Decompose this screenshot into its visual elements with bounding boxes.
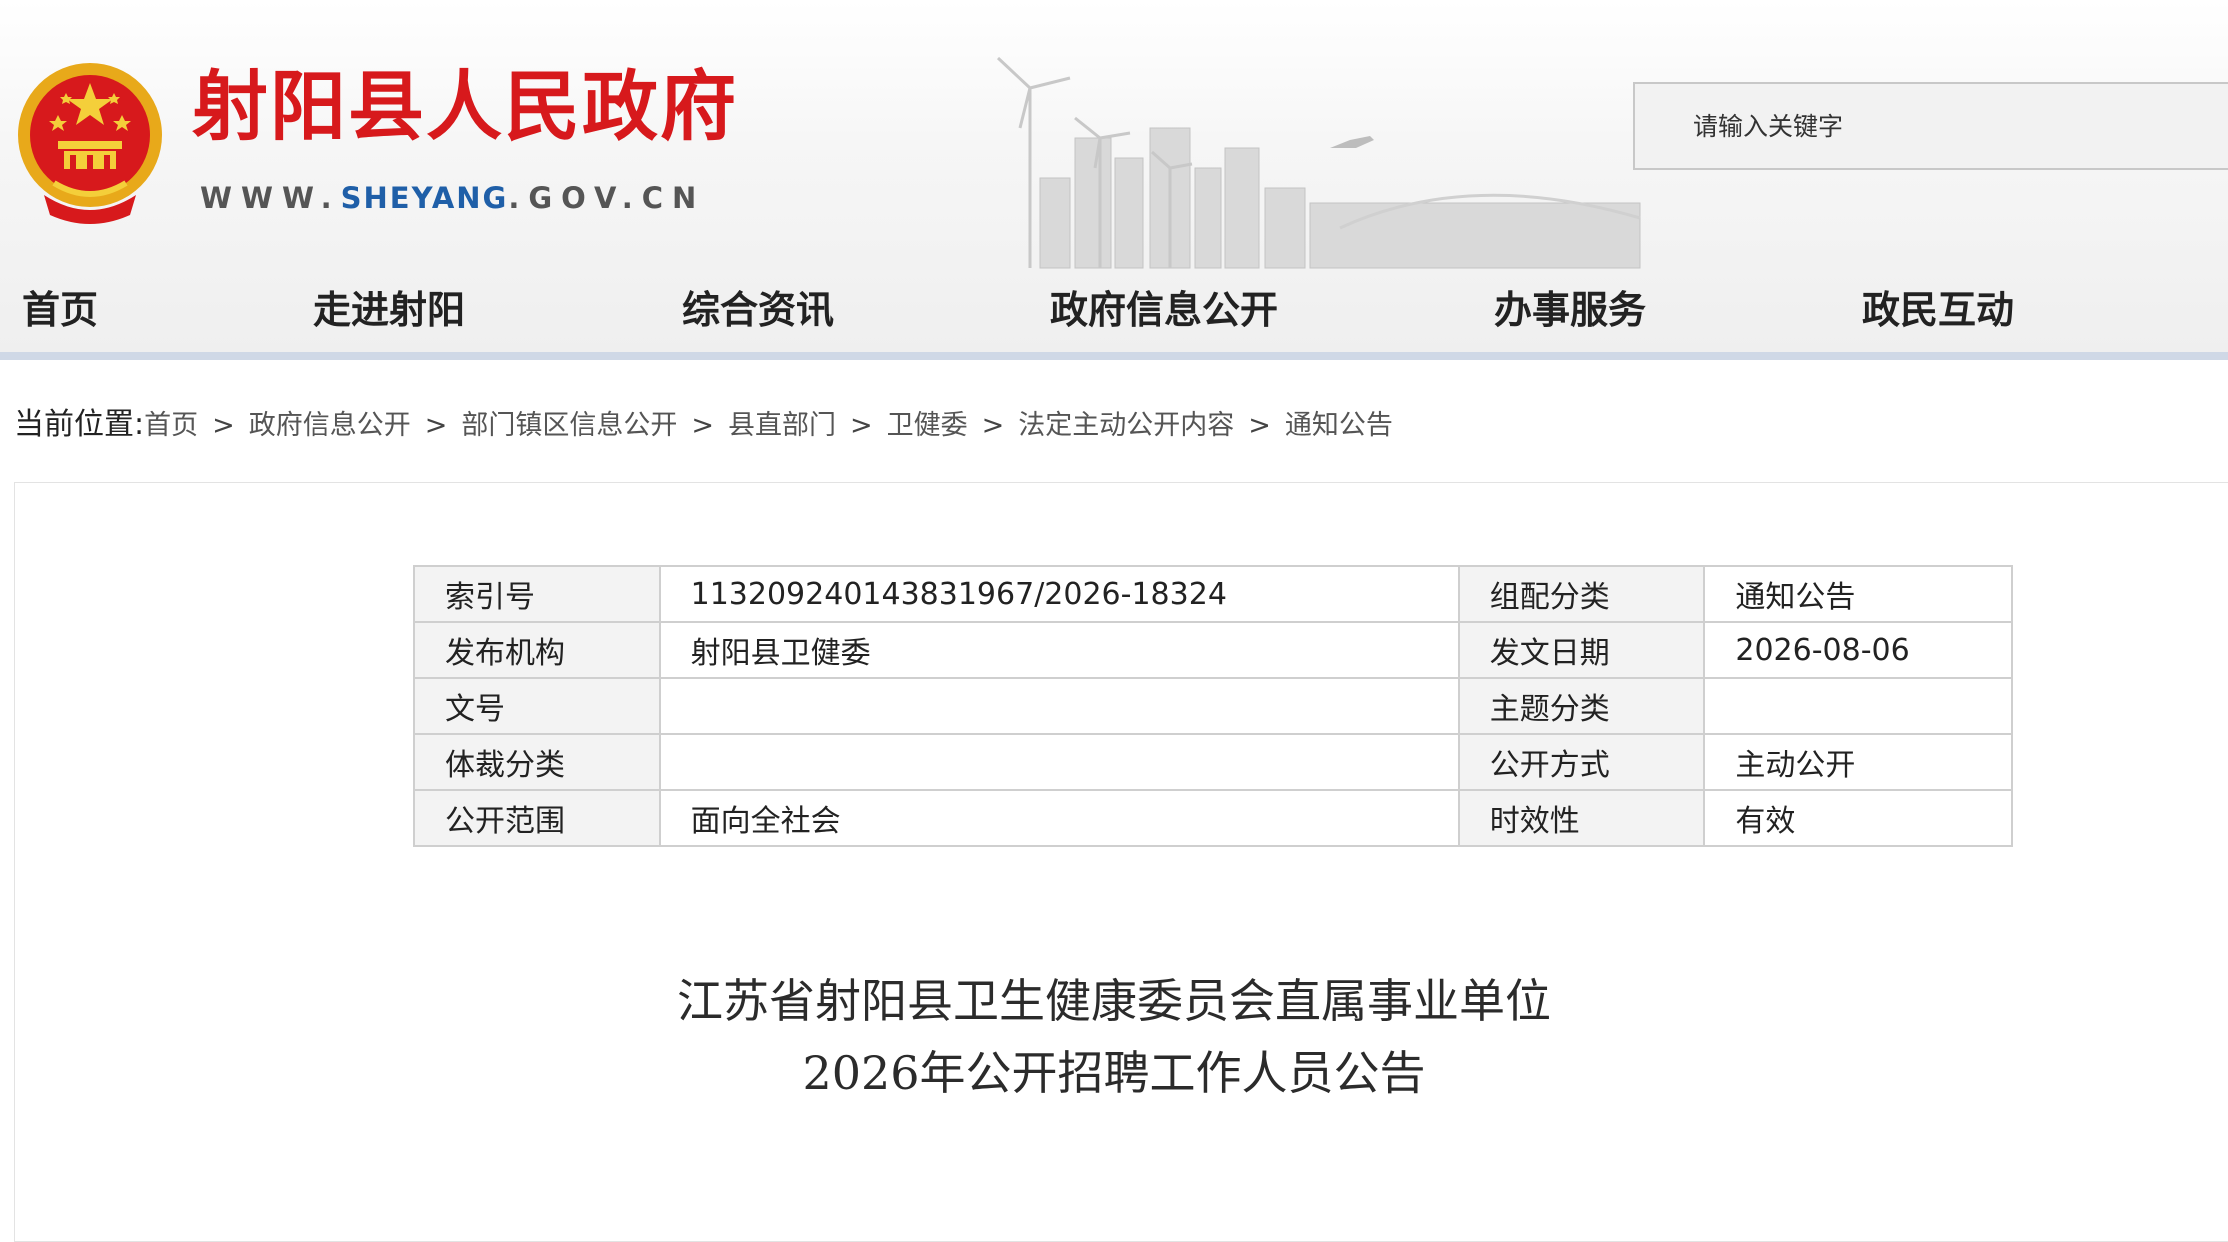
- breadcrumb-statutory-content[interactable]: 法定主动公开内容: [1018, 410, 1234, 441]
- validity-label: 时效性: [1457, 789, 1706, 847]
- site-url-prefix: WWW.: [200, 181, 341, 215]
- doc-number-value: [658, 677, 1460, 735]
- genre-label: 体裁分类: [413, 733, 661, 791]
- breadcrumb-separator: >: [691, 410, 714, 441]
- breadcrumb-gov-info[interactable]: 政府信息公开: [249, 410, 411, 441]
- genre-value: [658, 733, 1460, 791]
- nav-item-services[interactable]: 办事服务: [1494, 270, 1646, 350]
- site-header: 射阳县人民政府 WWW.SHEYANG.GOV.CN 请输入关键字 首页 走进射…: [0, 0, 2228, 353]
- publisher-label: 发布机构: [413, 621, 661, 679]
- breadcrumb-dept-town-info[interactable]: 部门镇区信息公开: [461, 410, 677, 441]
- publisher-value: 射阳县卫健委: [658, 621, 1460, 679]
- document-title-line2: 2026年公开招聘工作人员公告: [802, 1046, 1426, 1100]
- nav-underline: [0, 352, 2228, 360]
- breadcrumb-separator: >: [1248, 410, 1271, 441]
- national-emblem-icon: [18, 63, 162, 224]
- breadcrumb-county-depts[interactable]: 县直部门: [728, 410, 836, 441]
- category-value: 通知公告: [1703, 565, 2013, 623]
- nav-item-about-sheyang[interactable]: 走进射阳: [313, 270, 465, 350]
- table-row: 公开范围 面向全社会 时效性 有效: [413, 789, 2013, 847]
- nav-item-home[interactable]: 首页: [22, 270, 98, 350]
- index-number-label: 索引号: [413, 565, 661, 623]
- breadcrumb-prefix: 当前位置:: [14, 407, 145, 442]
- site-url-suffix: .GOV.CN: [508, 181, 706, 215]
- index-number-value: 113209240143831967/2026-18324: [658, 565, 1460, 623]
- subject-category-value: [1703, 677, 2013, 735]
- breadcrumb-home[interactable]: 首页: [144, 410, 198, 441]
- subject-category-label: 主题分类: [1457, 677, 1706, 735]
- document-metadata-table: 索引号 113209240143831967/2026-18324 组配分类 通…: [413, 565, 2013, 847]
- disclosure-method-label: 公开方式: [1457, 733, 1706, 791]
- publish-date-value: 2026-08-06: [1703, 621, 2013, 679]
- table-row: 发布机构 射阳县卫健委 发文日期 2026-08-06: [413, 621, 2013, 679]
- table-row: 体裁分类 公开方式 主动公开: [413, 733, 2013, 791]
- validity-value: 有效: [1703, 789, 2013, 847]
- breadcrumb-separator: >: [849, 410, 873, 441]
- disclosure-method-value: 主动公开: [1703, 733, 2013, 791]
- site-url: WWW.SHEYANG.GOV.CN: [200, 180, 705, 216]
- breadcrumb-separator: >: [424, 410, 448, 441]
- table-row: 索引号 113209240143831967/2026-18324 组配分类 通…: [413, 565, 2013, 623]
- breadcrumb-notices[interactable]: 通知公告: [1285, 410, 1393, 441]
- nav-item-gov-info[interactable]: 政府信息公开: [1050, 270, 1278, 350]
- breadcrumb-separator: >: [212, 410, 235, 441]
- publish-date-label: 发文日期: [1457, 621, 1706, 679]
- main-nav: 首页 走进射阳 综合资讯 政府信息公开 办事服务 政民互动: [0, 270, 2228, 350]
- category-label: 组配分类: [1457, 565, 1706, 623]
- disclosure-scope-value: 面向全社会: [658, 789, 1460, 847]
- site-title: 射阳县人民政府: [192, 62, 738, 151]
- breadcrumb-health-commission[interactable]: 卫健委: [887, 410, 968, 441]
- document-title: 江苏省射阳县卫生健康委员会直属事业单位 2026年公开招聘工作人员公告: [0, 965, 2228, 1109]
- doc-number-label: 文号: [413, 677, 661, 735]
- breadcrumb-separator: >: [981, 410, 1005, 441]
- disclosure-scope-label: 公开范围: [413, 789, 661, 847]
- nav-item-news[interactable]: 综合资讯: [682, 270, 834, 350]
- city-skyline-illustration: [996, 56, 1641, 269]
- table-row: 文号 主题分类: [413, 677, 2013, 735]
- site-url-domain: SHEYANG: [340, 181, 509, 215]
- breadcrumb: 当前位置:首页 > 政府信息公开 > 部门镇区信息公开 > 县直部门 > 卫健委 > 法定主动公开内…: [14, 402, 1393, 448]
- search-input[interactable]: [1633, 82, 2228, 170]
- document-title-line1: 江苏省射阳县卫生健康委员会直属事业单位: [677, 974, 1551, 1028]
- nav-item-interaction[interactable]: 政民互动: [1862, 270, 2014, 350]
